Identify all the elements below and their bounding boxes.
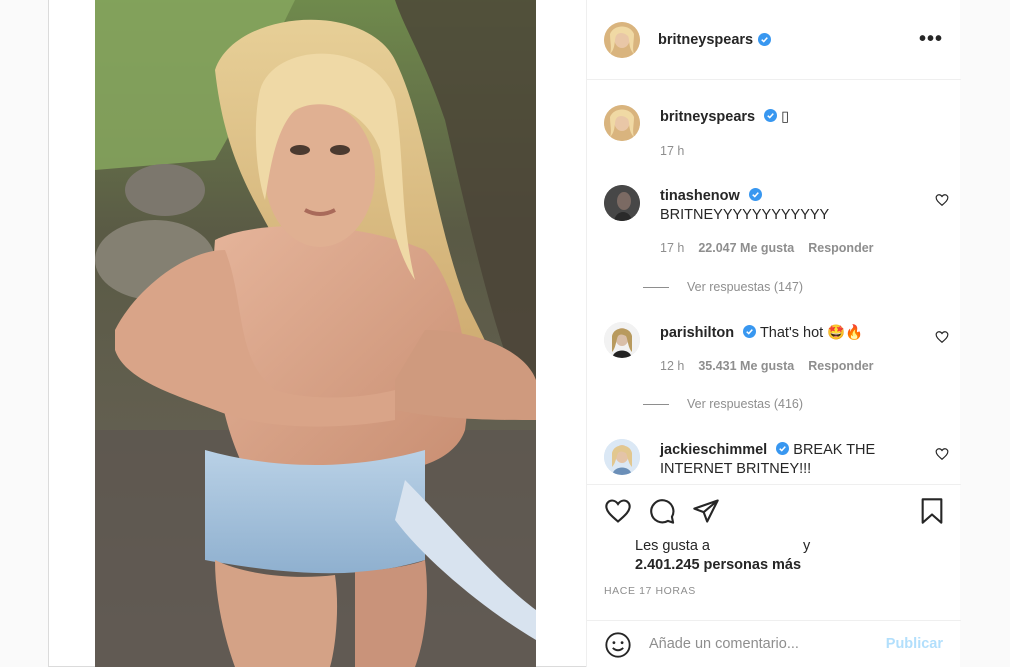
author-username[interactable]: britneyspears — [658, 32, 753, 48]
heart-icon[interactable] — [604, 497, 632, 525]
post-header: britneyspears ••• — [587, 0, 961, 80]
caption: britneyspears ▯ 17 h — [604, 105, 949, 165]
commenter-username[interactable]: tinashenow — [660, 188, 740, 204]
post-photo[interactable] — [95, 0, 536, 667]
verified-icon — [748, 188, 762, 201]
commenter-avatar[interactable] — [604, 439, 640, 475]
comment: tinashenow BRITNEYYYYYYYYYYYY 17 h 22.04… — [604, 185, 949, 255]
comment-likes[interactable]: 22.047 Me gusta — [698, 239, 794, 258]
emoji-icon[interactable] — [604, 631, 632, 659]
comment-body: parishilton That's hot 🤩🔥 12 h 35.431 Me… — [660, 324, 910, 376]
replies-divider — [643, 286, 669, 288]
comment-icon[interactable] — [648, 497, 676, 525]
comment-text: That's hot 🤩🔥 — [759, 325, 864, 341]
likes-count[interactable]: 2.401.245 personas más — [635, 556, 801, 575]
replies-divider — [643, 403, 669, 405]
comment-time: 17 h — [660, 241, 685, 255]
comment: jackieschimmel BREAK THE INTERNET BRITNE… — [604, 439, 949, 484]
verified-icon — [758, 33, 772, 46]
like-comment-heart-icon[interactable] — [935, 330, 949, 344]
verified-icon — [776, 442, 790, 455]
caption-username[interactable]: britneyspears — [660, 109, 755, 125]
commenter-username[interactable]: parishilton — [660, 325, 734, 341]
view-replies-button[interactable]: Ver respuestas (147) — [643, 280, 803, 294]
add-comment-bar: Publicar — [587, 620, 961, 668]
comment: parishilton That's hot 🤩🔥 12 h 35.431 Me… — [604, 322, 949, 382]
likes-and: y — [803, 538, 811, 554]
comment-meta: 12 h 35.431 Me gusta Responder — [660, 357, 910, 376]
bookmark-icon[interactable] — [918, 497, 946, 525]
reply-button[interactable]: Responder — [808, 357, 873, 376]
action-icons — [604, 497, 949, 527]
page: britneyspears ••• britneyspears ▯ 17 h t… — [0, 0, 1010, 667]
comment-time: 12 h — [660, 359, 685, 373]
likes-summary: Les gusta a y 2.401.245 personas más — [635, 537, 810, 575]
comment-text: BRITNEYYYYYYYYYYYY — [660, 207, 830, 223]
caption-time: 17 h — [660, 144, 685, 158]
share-icon[interactable] — [692, 497, 720, 525]
like-comment-heart-icon[interactable] — [935, 447, 949, 461]
view-replies-label: Ver respuestas (416) — [687, 397, 804, 411]
commenter-username[interactable]: jackieschimmel — [660, 442, 767, 458]
comments-list: britneyspears ▯ 17 h tinashenow BRITNEYY… — [587, 81, 961, 484]
likes-prefix: Les gusta a — [635, 538, 710, 554]
comment-input[interactable] — [649, 633, 869, 655]
commenter-avatar[interactable] — [604, 185, 640, 221]
verified-icon — [764, 109, 778, 122]
verified-icon — [743, 325, 757, 338]
view-replies-button[interactable]: Ver respuestas (416) — [643, 397, 803, 411]
comment-body: tinashenow BRITNEYYYYYYYYYYYY 17 h 22.04… — [660, 187, 910, 258]
post-sidebar: britneyspears ••• britneyspears ▯ 17 h t… — [586, 0, 961, 667]
comment-meta: 17 h 22.047 Me gusta Responder — [660, 239, 910, 258]
view-replies-label: Ver respuestas (147) — [687, 280, 804, 294]
author-avatar[interactable] — [604, 21, 640, 58]
post-actions: Les gusta a y 2.401.245 personas más HAC… — [587, 484, 961, 667]
caption-body: britneyspears ▯ 17 h — [660, 108, 910, 161]
reply-button[interactable]: Responder — [808, 239, 873, 258]
publish-button[interactable]: Publicar — [886, 636, 943, 652]
post-timestamp: HACE 17 HORAS — [604, 585, 696, 597]
more-icon[interactable]: ••• — [919, 28, 943, 51]
caption-meta: 17 h — [660, 142, 910, 161]
commenter-avatar[interactable] — [604, 322, 640, 358]
post-photo-image — [95, 0, 536, 667]
comment-likes[interactable]: 35.431 Me gusta — [698, 357, 794, 376]
author-avatar[interactable] — [604, 105, 640, 141]
caption-text: ▯ — [781, 109, 790, 125]
comment-body: jackieschimmel BREAK THE INTERNET BRITNE… — [660, 441, 920, 479]
like-comment-heart-icon[interactable] — [935, 193, 949, 207]
